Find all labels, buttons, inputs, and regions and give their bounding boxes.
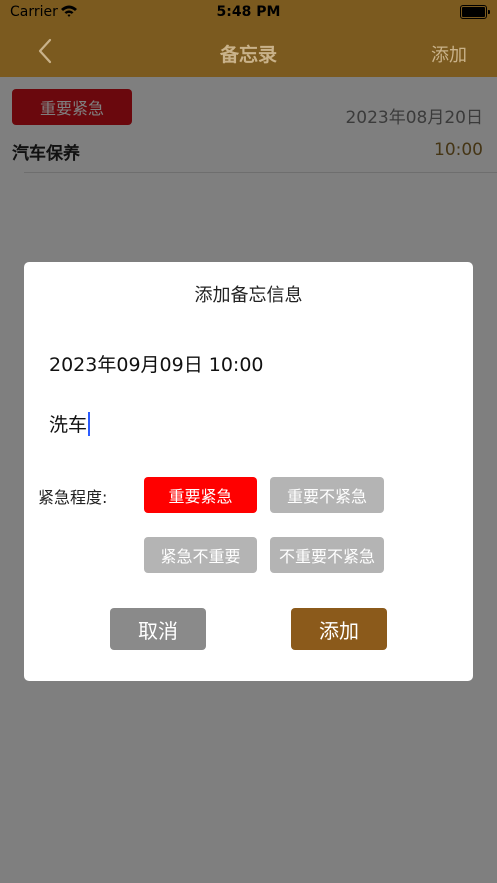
confirm-add-button[interactable]: 添加 — [291, 608, 387, 650]
option-important-not-urgent[interactable]: 重要不紧急 — [270, 477, 384, 513]
option-urgent-not-important[interactable]: 紧急不重要 — [144, 537, 257, 573]
page-title: 备忘录 — [219, 44, 277, 66]
option-important-urgent[interactable]: 重要紧急 — [144, 477, 257, 513]
memo-text-value: 洗车 — [49, 414, 88, 436]
memo-text-input[interactable]: 洗车 — [49, 410, 91, 437]
battery-icon — [460, 5, 490, 19]
urgency-label: 紧急程度: — [38, 488, 108, 507]
add-memo-dialog: 添加备忘信息 2023年09月09日 10:00 洗车 紧急程度: 重要紧急 重… — [24, 262, 473, 681]
dialog-title: 添加备忘信息 — [194, 285, 303, 306]
nav-add-button[interactable]: 添加 — [431, 41, 467, 67]
option-not-important-not-urgent[interactable]: 不重要不紧急 — [270, 537, 384, 573]
navigation-bar: Carrier 5:48 PM 备忘录 添加 — [0, 0, 497, 77]
status-time: 5:48 PM — [216, 4, 281, 20]
datetime-field[interactable]: 2023年09月09日 10:00 — [49, 350, 264, 377]
cancel-button[interactable]: 取消 — [110, 608, 206, 650]
text-caret — [88, 411, 91, 436]
